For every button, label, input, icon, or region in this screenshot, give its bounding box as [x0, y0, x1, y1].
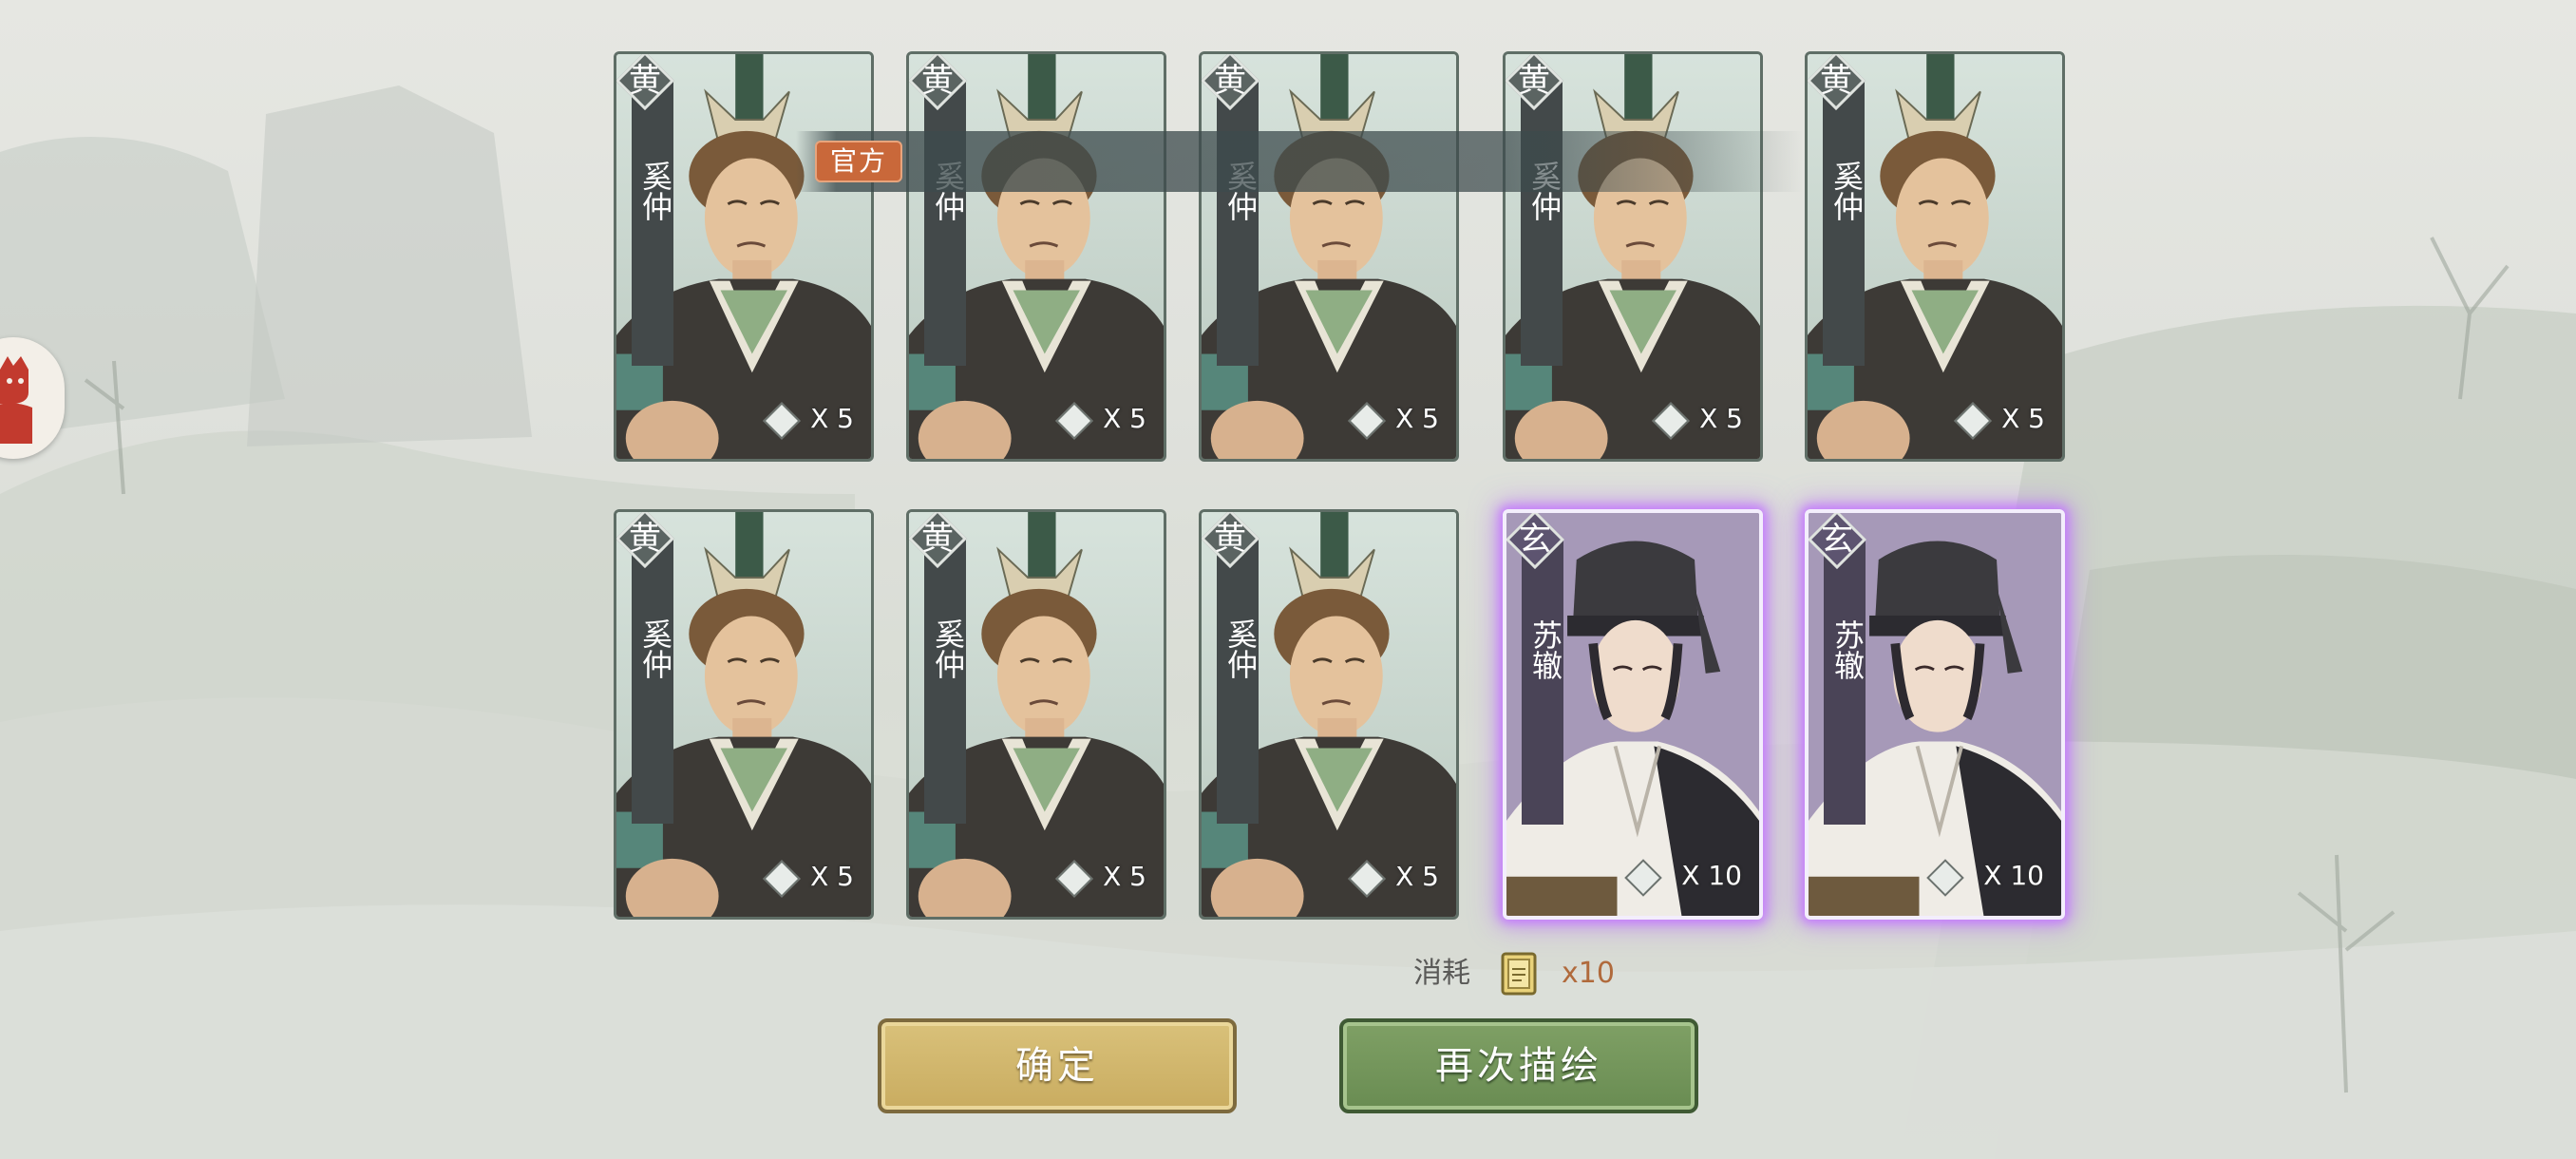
grade-badge: 玄: [1809, 513, 1867, 570]
fragment-count: X 10: [1681, 860, 1742, 891]
character-card[interactable]: 奚仲 黄 X 5: [906, 509, 1166, 920]
grade-badge: 黄: [616, 54, 675, 111]
fragment-icon: [1055, 402, 1093, 440]
fragment-icon: [1926, 859, 1964, 897]
grade-badge: 黄: [1202, 54, 1260, 111]
cost-value: x10: [1562, 957, 1615, 990]
character-card[interactable]: 苏辙 玄 X 10: [1503, 509, 1763, 920]
fragment-count: X 5: [810, 403, 854, 434]
grade-text: 玄: [1821, 521, 1853, 559]
grade-text: 黄: [921, 520, 954, 558]
fragment-count: X 5: [1103, 403, 1146, 434]
draw-again-button[interactable]: 再次描绘: [1339, 1018, 1698, 1113]
grade-badge: 玄: [1506, 513, 1565, 570]
grade-text: 黄: [1820, 62, 1852, 100]
character-name: 奚仲: [930, 618, 966, 679]
scroll-ticket-icon: [1501, 952, 1537, 996]
official-tag: 官方: [815, 141, 902, 182]
fragment-icon: [1954, 402, 1992, 440]
character-card[interactable]: 奚仲黄X 5: [1199, 51, 1459, 462]
grade-badge: 黄: [1808, 54, 1866, 111]
character-card[interactable]: 奚仲黄X 5: [906, 51, 1166, 462]
character-card[interactable]: 奚仲 黄 X 5: [1199, 509, 1459, 920]
name-strip: [1217, 539, 1259, 824]
grade-text: 玄: [1519, 521, 1551, 559]
name-strip: [1217, 81, 1259, 366]
character-card[interactable]: 苏辙 玄 X 10: [1805, 509, 2065, 920]
name-strip: [1824, 540, 1866, 825]
character-name: 奚仲: [1828, 161, 1865, 221]
name-strip: [1522, 540, 1563, 825]
character-name: 苏辙: [1829, 619, 1866, 680]
fragment-count: X 5: [810, 861, 854, 892]
name-strip: [632, 81, 673, 366]
grade-text: 黄: [1214, 62, 1246, 100]
character-card[interactable]: 奚仲 黄 X 5: [614, 51, 874, 462]
grade-badge: 黄: [616, 512, 675, 569]
cost-label: 消耗: [1413, 957, 1470, 990]
name-strip: [924, 81, 966, 366]
grade-badge: 黄: [909, 512, 968, 569]
grade-text: 黄: [629, 520, 661, 558]
fragment-icon: [763, 860, 801, 898]
name-strip: [1521, 81, 1563, 366]
grade-badge: 黄: [1202, 512, 1260, 569]
fragment-count: X 5: [2001, 403, 2045, 434]
grade-text: 黄: [1214, 520, 1246, 558]
fragment-icon: [1652, 402, 1690, 440]
character-card[interactable]: 奚仲 黄 X 5: [614, 509, 874, 920]
character-card[interactable]: 奚仲 黄 X 5: [1805, 51, 2065, 462]
name-strip: [924, 539, 966, 824]
fragment-icon: [763, 402, 801, 440]
character-name: 奚仲: [637, 161, 673, 221]
fragment-count: X 5: [1103, 861, 1146, 892]
fragment-icon: [1348, 402, 1386, 440]
grade-badge: 黄: [909, 54, 968, 111]
fragment-icon: [1624, 859, 1662, 897]
grade-badge: 黄: [1506, 54, 1564, 111]
red-mascot-icon: [0, 356, 32, 444]
fragment-count: X 5: [1395, 861, 1439, 892]
character-name: 奚仲: [637, 618, 673, 679]
name-strip: [1823, 81, 1865, 366]
confirm-button[interactable]: 确定: [878, 1018, 1237, 1113]
fragment-count: X 5: [1395, 403, 1439, 434]
grade-text: 黄: [629, 62, 661, 100]
fragment-count: X 5: [1699, 403, 1743, 434]
fragment-icon: [1055, 860, 1093, 898]
name-strip: [632, 539, 673, 824]
character-card[interactable]: 奚仲黄X 5: [1503, 51, 1763, 462]
fragment-icon: [1348, 860, 1386, 898]
official-banner: [796, 131, 1803, 192]
grade-text: 黄: [921, 62, 954, 100]
fragment-count: X 10: [1983, 860, 2044, 891]
character-name: 苏辙: [1527, 619, 1563, 680]
character-name: 奚仲: [1222, 618, 1259, 679]
grade-text: 黄: [1518, 62, 1550, 100]
